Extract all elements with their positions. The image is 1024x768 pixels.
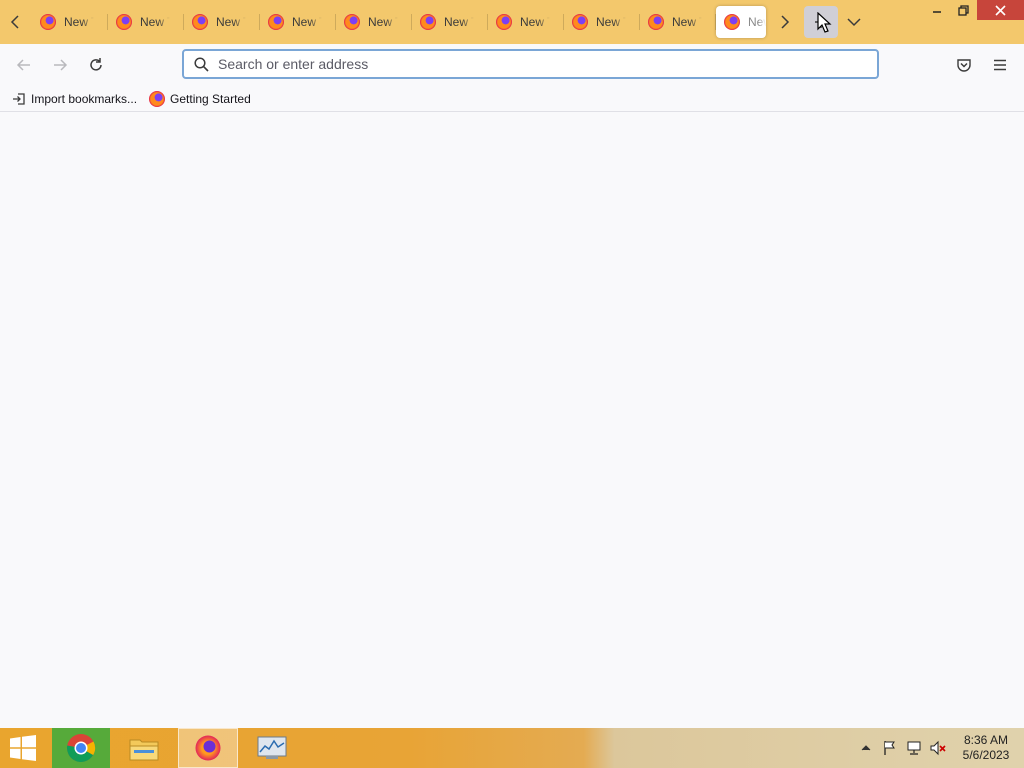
list-all-tabs-button[interactable] bbox=[838, 0, 870, 44]
tab-label: New Tab bbox=[520, 15, 550, 29]
arrow-right-icon bbox=[54, 59, 68, 71]
tab-label: New Tab bbox=[672, 15, 702, 29]
close-button[interactable] bbox=[977, 0, 1024, 20]
bookmark-import[interactable]: Import bookmarks... bbox=[12, 88, 137, 110]
clock-time: 8:36 AM bbox=[963, 733, 1009, 747]
restore-button[interactable] bbox=[950, 0, 977, 20]
firefox-icon bbox=[724, 14, 740, 30]
firefox-icon bbox=[572, 14, 588, 30]
taskbar-app-chrome[interactable] bbox=[52, 728, 110, 768]
tab-list: New Tab New Tab New Tab New Tab New Tab New T… bbox=[32, 0, 766, 44]
bookmark-label: Import bookmarks... bbox=[31, 91, 138, 106]
reload-icon bbox=[90, 58, 102, 71]
tab-scroll-right-button[interactable] bbox=[768, 0, 800, 44]
tab[interactable]: New Tab bbox=[260, 6, 336, 38]
network-icon bbox=[907, 741, 921, 755]
tab-label: New Tab bbox=[748, 15, 766, 29]
chevron-right-icon bbox=[781, 15, 790, 29]
tab-label: New Tab bbox=[216, 15, 246, 29]
tab-label: New Tab bbox=[368, 15, 398, 29]
tab[interactable]: New Tab bbox=[640, 6, 716, 38]
tab-label: New Tab bbox=[140, 15, 170, 29]
chevron-up-icon bbox=[861, 745, 871, 751]
minimize-icon bbox=[932, 11, 941, 13]
taskbar-app-firefox[interactable] bbox=[178, 728, 238, 768]
firefox-icon bbox=[648, 14, 664, 30]
forward-button[interactable] bbox=[46, 51, 74, 79]
tab-scroll-left-button[interactable] bbox=[0, 0, 32, 44]
firefox-icon bbox=[116, 14, 132, 30]
tab[interactable]: New Tab bbox=[32, 6, 108, 38]
navigation-toolbar bbox=[0, 44, 1024, 86]
mouse-cursor-icon bbox=[817, 12, 832, 33]
firefox-icon bbox=[149, 90, 166, 107]
firefox-icon bbox=[496, 14, 512, 30]
firefox-icon bbox=[268, 14, 284, 30]
chrome-icon bbox=[66, 734, 96, 762]
back-button[interactable] bbox=[10, 51, 38, 79]
clock-date: 5/6/2023 bbox=[962, 748, 1010, 762]
volume-muted-icon bbox=[930, 740, 946, 756]
bookmark-label: Getting Started bbox=[170, 91, 251, 106]
arrow-left-icon bbox=[16, 59, 30, 71]
restore-icon bbox=[958, 4, 969, 16]
hamburger-menu-icon bbox=[994, 59, 1006, 71]
pocket-button[interactable] bbox=[950, 51, 978, 79]
address-input[interactable] bbox=[216, 52, 877, 76]
clock[interactable]: 8:36 AM 5/6/2023 bbox=[954, 733, 1018, 763]
tab[interactable]: New Tab bbox=[564, 6, 640, 38]
action-center-button[interactable] bbox=[878, 728, 902, 768]
tab-label: New Tab bbox=[444, 15, 474, 29]
volume-button[interactable] bbox=[926, 728, 950, 768]
folder-icon bbox=[129, 739, 159, 761]
window-controls bbox=[923, 0, 1024, 20]
import-icon bbox=[12, 92, 26, 106]
pocket-icon bbox=[957, 59, 971, 72]
taskbar-app-resource-monitor[interactable] bbox=[242, 728, 302, 768]
app-menu-button[interactable] bbox=[986, 51, 1014, 79]
windows-logo-icon bbox=[10, 735, 36, 761]
firefox-icon bbox=[40, 14, 56, 30]
tab[interactable]: New Tab bbox=[412, 6, 488, 38]
monitor-icon bbox=[257, 736, 287, 759]
tab[interactable]: New Tab bbox=[336, 6, 412, 38]
start-button[interactable] bbox=[0, 728, 46, 768]
page-content bbox=[0, 113, 1024, 728]
firefox-icon bbox=[420, 14, 436, 30]
bookmarks-toolbar: Import bookmarks... Getting Started bbox=[0, 86, 1024, 112]
taskbar-app-file-explorer[interactable] bbox=[114, 728, 174, 768]
system-tray: 8:36 AM 5/6/2023 bbox=[854, 728, 1024, 768]
tab[interactable]: New Tab bbox=[184, 6, 260, 38]
network-button[interactable] bbox=[902, 728, 926, 768]
chevron-down-icon bbox=[847, 18, 861, 27]
search-icon bbox=[186, 51, 216, 77]
close-icon bbox=[995, 4, 1006, 16]
tab[interactable]: New Tab bbox=[108, 6, 184, 38]
firefox-icon bbox=[192, 14, 208, 30]
tab-label: New Tab bbox=[64, 15, 94, 29]
minimize-button[interactable] bbox=[923, 0, 950, 20]
tab-label: New Tab bbox=[596, 15, 626, 29]
taskbar: 8:36 AM 5/6/2023 bbox=[0, 728, 1024, 768]
chevron-left-icon bbox=[10, 15, 19, 29]
address-bar[interactable] bbox=[182, 49, 879, 79]
tab-strip: New Tab New Tab New Tab New Tab New Tab New T… bbox=[0, 0, 1024, 44]
firefox-icon bbox=[344, 14, 360, 30]
tab-active[interactable]: New Tab bbox=[716, 6, 766, 38]
tab[interactable]: New Tab bbox=[488, 6, 564, 38]
show-hidden-icons-button[interactable] bbox=[854, 728, 878, 768]
bookmark-getting-started[interactable]: Getting Started bbox=[149, 88, 251, 110]
flag-icon bbox=[884, 741, 895, 755]
reload-button[interactable] bbox=[82, 51, 110, 79]
tab-label: New Tab bbox=[292, 15, 322, 29]
firefox-icon bbox=[195, 735, 221, 761]
